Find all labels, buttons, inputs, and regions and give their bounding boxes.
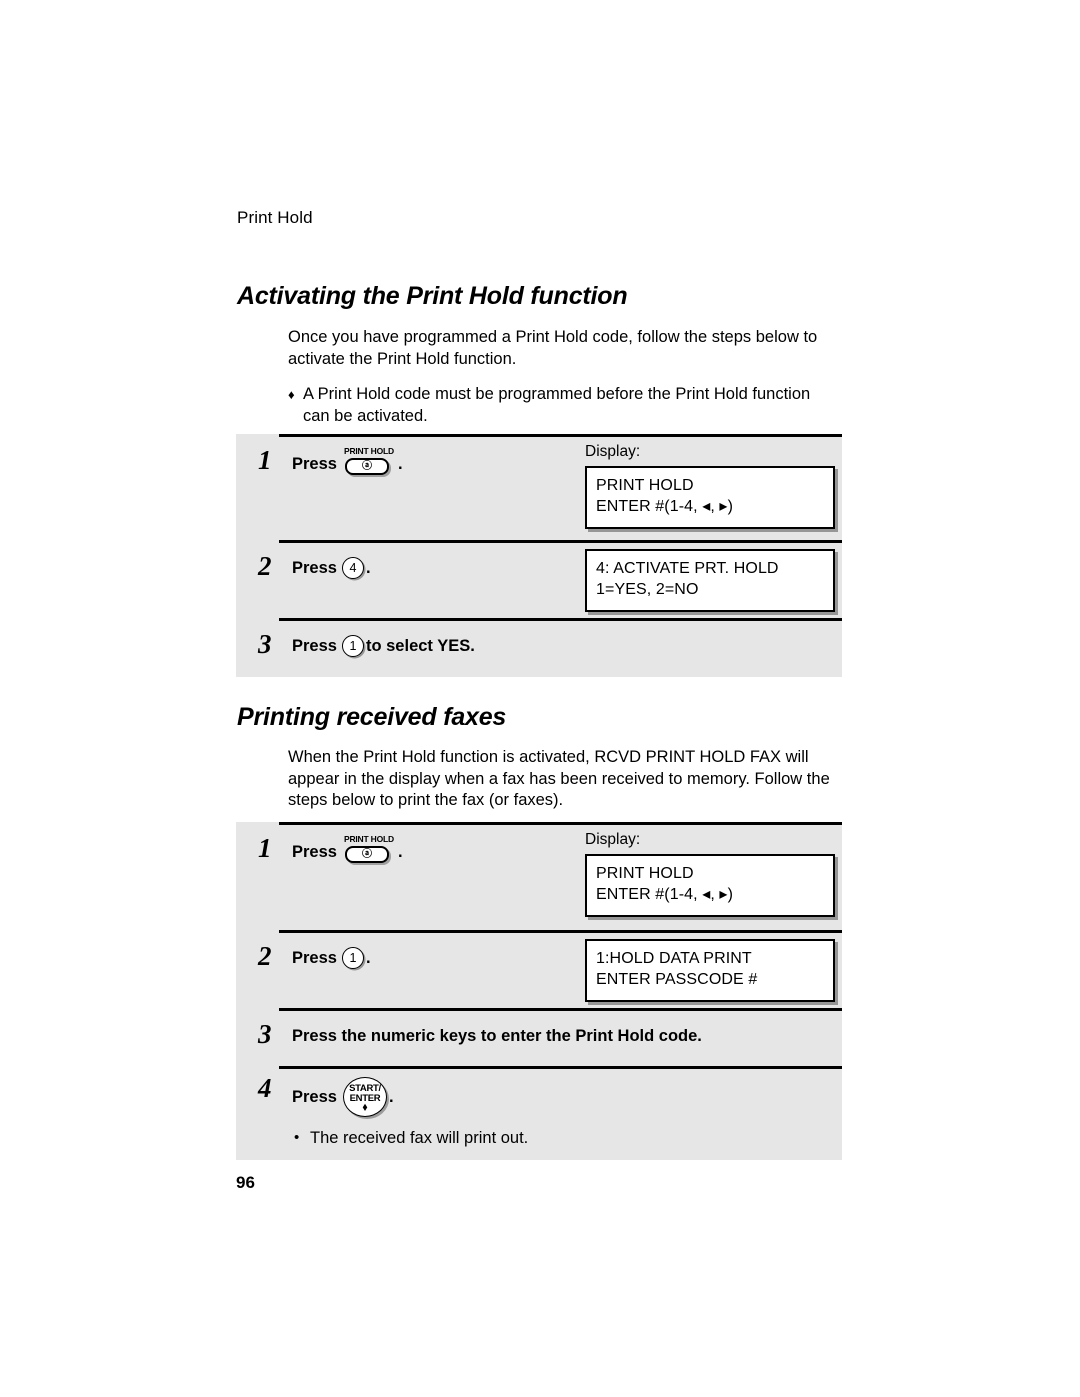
at-symbol-icon: ⓐ <box>361 848 372 860</box>
lcd-display-box: 1:HOLD DATA PRINT ENTER PASSCODE # <box>585 939 835 1002</box>
step-instruction: Press START/ ENTER ⬧ . <box>292 1074 842 1117</box>
step-number: 1 <box>258 833 272 863</box>
display-line: PRINT HOLD <box>596 865 694 882</box>
trailing-text: . <box>388 1088 394 1106</box>
section-paragraph-activating: Once you have programmed a Print Hold co… <box>288 328 818 368</box>
numeric-key-1-icon[interactable]: 1 <box>341 947 364 969</box>
display-label: Display: <box>585 831 641 848</box>
numeric-key-1-icon[interactable]: 1 <box>341 635 364 657</box>
table-row: 1 Press PRINT HOLD ⓐ . Display: PRINT HO… <box>236 434 842 540</box>
step-number: 2 <box>258 941 272 971</box>
round-bullet-icon: • <box>294 1129 300 1146</box>
section-heading-activating: Activating the Print Hold function <box>237 282 628 310</box>
trailing-text: . <box>397 843 403 861</box>
step-number: 1 <box>258 445 272 475</box>
trailing-text: . <box>397 455 403 473</box>
table-row: 1 Press PRINT HOLD ⓐ . Display: PRINT HO… <box>236 822 842 930</box>
step-text: Press the numeric keys to enter the Prin… <box>292 1027 702 1045</box>
display-line: 1=YES, 2=NO <box>596 581 699 598</box>
press-label: Press <box>292 1088 337 1106</box>
step-number: 2 <box>258 551 272 581</box>
lcd-display-box: 4: ACTIVATE PRT. HOLD 1=YES, 2=NO <box>585 549 835 612</box>
note-activating: ♦ A Print Hold code must be programmed b… <box>288 384 840 427</box>
trailing-text: . <box>365 559 371 577</box>
display-column: 1:HOLD DATA PRINT ENTER PASSCODE # <box>585 939 835 1002</box>
print-hold-key-icon[interactable]: PRINT HOLD ⓐ <box>343 446 395 479</box>
display-label: Display: <box>585 443 641 460</box>
running-header: Print Hold <box>237 208 313 227</box>
display-line: 4: ACTIVATE PRT. HOLD <box>596 560 779 577</box>
print-hold-key-caption: PRINT HOLD <box>343 446 394 456</box>
press-label: Press <box>292 455 337 473</box>
press-label: Press <box>292 949 337 967</box>
display-line: PRINT HOLD <box>596 477 694 494</box>
table-row: 4 Press START/ ENTER ⬧ . • The received … <box>236 1066 842 1160</box>
display-column: 4: ACTIVATE PRT. HOLD 1=YES, 2=NO <box>585 549 835 612</box>
steps-panel-printing: 1 Press PRINT HOLD ⓐ . Display: PRINT HO… <box>236 822 842 1160</box>
page-number: 96 <box>236 1173 255 1192</box>
table-row: 2 Press 1 . 1:HOLD DATA PRINT ENTER PASS… <box>236 930 842 1008</box>
trailing-text: . <box>365 949 371 967</box>
step-number: 4 <box>258 1073 272 1103</box>
lcd-display-box: PRINT HOLD ENTER #(1-4, ◂, ▸) <box>585 466 835 529</box>
print-hold-key-caption: PRINT HOLD <box>343 834 394 844</box>
start-enter-key-icon[interactable]: START/ ENTER ⬧ <box>342 1077 387 1117</box>
step-number: 3 <box>258 629 272 659</box>
display-line: 1:HOLD DATA PRINT <box>596 950 752 967</box>
trailing-text: to select YES. <box>365 637 475 655</box>
step-instruction: Press 1 to select YES. <box>292 630 842 659</box>
result-bullet-text: The received fax will print out. <box>310 1129 529 1147</box>
display-column: Display: PRINT HOLD ENTER #(1-4, ◂, ▸) <box>585 442 835 529</box>
document-page: Print Hold Activating the Print Hold fun… <box>0 0 1080 1397</box>
step-instruction: Press the numeric keys to enter the Prin… <box>292 1020 842 1049</box>
table-row: 2 Press 4 . 4: ACTIVATE PRT. HOLD 1=YES,… <box>236 540 842 618</box>
step-number: 3 <box>258 1019 272 1049</box>
press-label: Press <box>292 637 337 655</box>
section-paragraph-printing: When the Print Hold function is activate… <box>288 748 830 809</box>
table-row: 3 Press 1 to select YES. <box>236 618 842 677</box>
press-label: Press <box>292 843 337 861</box>
display-line: ENTER #(1-4, ◂, ▸) <box>596 886 733 903</box>
numeric-key-4-icon[interactable]: 4 <box>341 557 364 579</box>
note-text: A Print Hold code must be programmed bef… <box>303 385 811 425</box>
display-line: ENTER PASSCODE # <box>596 971 758 988</box>
press-label: Press <box>292 559 337 577</box>
print-hold-key-icon[interactable]: PRINT HOLD ⓐ <box>343 834 395 867</box>
display-column: Display: PRINT HOLD ENTER #(1-4, ◂, ▸) <box>585 830 835 917</box>
display-line: ENTER #(1-4, ◂, ▸) <box>596 498 733 515</box>
result-bullet-row: • The received fax will print out. <box>236 1117 842 1149</box>
at-symbol-icon: ⓐ <box>361 460 372 472</box>
section-heading-printing: Printing received faxes <box>237 703 507 731</box>
steps-panel-activating: 1 Press PRINT HOLD ⓐ . Display: PRINT HO… <box>236 434 842 677</box>
table-row: 3 Press the numeric keys to enter the Pr… <box>236 1008 842 1066</box>
diamond-symbol-icon: ⬧ <box>362 1102 368 1113</box>
lcd-display-box: PRINT HOLD ENTER #(1-4, ◂, ▸) <box>585 854 835 917</box>
diamond-bullet-icon: ♦ <box>288 387 295 402</box>
